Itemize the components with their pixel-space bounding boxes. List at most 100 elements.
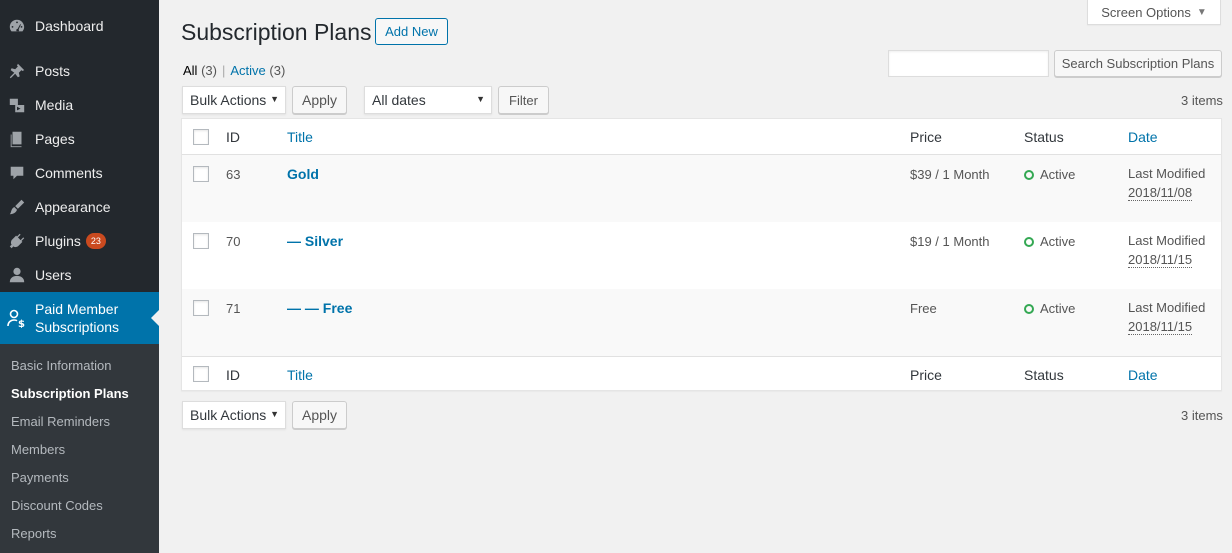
submenu-discount-codes[interactable]: Discount Codes — [11, 498, 103, 513]
menu-item-appearance[interactable]: Appearance — [0, 190, 159, 224]
view-active-link[interactable]: Active (3) — [230, 63, 285, 78]
row-date-value: 2018/11/08 — [1128, 185, 1193, 201]
view-all-count: (3) — [201, 63, 217, 78]
row-title-link[interactable]: — — Free — [287, 300, 352, 316]
plugin-update-badge: 23 — [85, 233, 106, 249]
row-date: Last Modified 2018/11/15 — [1128, 298, 1205, 336]
submenu: Basic Information Subscription Plans Ema… — [0, 344, 159, 553]
search-input[interactable] — [888, 50, 1049, 77]
bulk-actions-select-bottom[interactable]: Bulk Actions ▼ — [182, 401, 286, 429]
column-price: Price — [910, 367, 942, 383]
menu-label-line1: Paid Member — [35, 301, 119, 317]
row-price: $19 / 1 Month — [910, 234, 990, 249]
submenu-email-reminders[interactable]: Email Reminders — [11, 414, 110, 429]
status-active-icon — [1024, 170, 1034, 180]
menu-label-line2: Subscriptions — [35, 319, 120, 335]
menu-item-label: Comments — [35, 165, 103, 181]
menu-item-media[interactable]: Media — [0, 88, 159, 122]
caret-down-icon: ▼ — [270, 94, 279, 104]
items-count-bottom: 3 items — [1181, 408, 1223, 423]
row-checkbox[interactable] — [193, 233, 209, 249]
submenu-members[interactable]: Members — [11, 442, 65, 457]
apply-button-top[interactable]: Apply — [292, 86, 347, 114]
dates-filter-select[interactable]: All dates ▼ — [364, 86, 492, 114]
svg-text:$: $ — [18, 319, 25, 328]
column-id: ID — [226, 129, 240, 145]
subscription-plans-table: ID Title Price Status Date 63 Gold $39 /… — [181, 118, 1222, 391]
menu-item-comments[interactable]: Comments — [0, 156, 159, 190]
apply-button-bottom[interactable]: Apply — [292, 401, 347, 429]
row-status: Active — [1024, 301, 1075, 316]
row-date-label: Last Modified — [1128, 233, 1206, 248]
status-active-icon — [1024, 304, 1034, 314]
row-price: $39 / 1 Month — [910, 167, 990, 182]
menu-item-label: Posts — [35, 63, 71, 79]
menu-item-dashboard[interactable]: Dashboard — [0, 9, 159, 43]
submenu-reports[interactable]: Reports — [11, 526, 57, 541]
row-date-value: 2018/11/15 — [1128, 252, 1193, 268]
brush-icon — [7, 197, 27, 217]
submenu-payments[interactable]: Payments — [11, 470, 69, 485]
bulk-actions-value: Bulk Actions — [190, 92, 267, 108]
menu-item-pages[interactable]: Pages — [0, 122, 159, 156]
user-icon — [7, 265, 27, 285]
menu-item-label: Plugins — [35, 233, 81, 249]
row-status-label: Active — [1040, 167, 1076, 182]
member-dollar-icon: $ — [7, 308, 27, 330]
row-status-label: Active — [1040, 234, 1076, 249]
menu-item-plugins[interactable]: Plugins 23 — [0, 224, 159, 258]
menu-item-label: Dashboard — [35, 18, 104, 34]
menu-item-label: Appearance — [35, 199, 111, 215]
add-new-button[interactable]: Add New — [375, 18, 448, 45]
column-id: ID — [226, 367, 240, 383]
views-separator: | — [221, 63, 226, 78]
screen-options-label: Screen Options — [1101, 4, 1191, 20]
column-date-sort[interactable]: Date — [1128, 129, 1158, 145]
column-date-sort[interactable]: Date — [1128, 367, 1158, 383]
comment-icon — [7, 163, 27, 183]
menu-item-paid-member-subscriptions[interactable]: $ Paid Member Subscriptions — [0, 292, 159, 344]
bulk-actions-select-top[interactable]: Bulk Actions ▼ — [182, 86, 286, 114]
table-row: 70 — Silver $19 / 1 Month Active Last Mo… — [182, 222, 1221, 289]
admin-sidebar: Dashboard Posts Media Pages Comments App… — [0, 0, 159, 553]
menu-item-posts[interactable]: Posts — [0, 54, 159, 88]
dates-value: All dates — [372, 92, 426, 108]
column-title-sort[interactable]: Title — [287, 367, 313, 383]
row-id: 70 — [226, 234, 241, 249]
submenu-subscription-plans[interactable]: Subscription Plans — [11, 386, 129, 401]
page-title: Subscription Plans — [181, 19, 372, 45]
table-row: 71 — — Free Free Active Last Modified 201… — [182, 289, 1221, 356]
column-title-sort[interactable]: Title — [287, 129, 313, 145]
status-views: All (3) | Active (3) — [183, 63, 285, 78]
select-all-checkbox-bottom[interactable] — [193, 366, 209, 382]
menu-item-label: Paid Member Subscriptions — [35, 300, 119, 336]
row-date-value: 2018/11/15 — [1128, 319, 1193, 335]
bulk-actions-value: Bulk Actions — [190, 407, 267, 423]
plugin-icon — [7, 231, 27, 251]
screen-options-button[interactable]: Screen Options ▼ — [1087, 0, 1221, 25]
select-all-checkbox[interactable] — [193, 129, 209, 145]
row-checkbox[interactable] — [193, 300, 209, 316]
menu-item-label: Pages — [35, 131, 75, 147]
row-date-label: Last Modified — [1128, 300, 1206, 315]
view-active-count: (3) — [269, 63, 286, 78]
row-title-link[interactable]: — Silver — [287, 233, 343, 249]
table-row: 63 Gold $39 / 1 Month Active Last Modifi… — [182, 155, 1221, 222]
submenu-basic-information[interactable]: Basic Information — [11, 358, 111, 373]
view-all-link[interactable]: All (3) — [183, 63, 217, 78]
table-header-row: ID Title Price Status Date — [182, 119, 1221, 155]
view-active-label: Active — [230, 63, 266, 78]
row-id: 71 — [226, 301, 241, 316]
row-checkbox[interactable] — [193, 166, 209, 182]
menu-item-users[interactable]: Users — [0, 258, 159, 292]
row-status-label: Active — [1040, 301, 1076, 316]
column-status: Status — [1024, 129, 1064, 145]
filter-button[interactable]: Filter — [498, 86, 549, 114]
caret-down-icon: ▼ — [1196, 6, 1207, 18]
column-price: Price — [910, 129, 942, 145]
menu-item-label: Media — [35, 97, 74, 113]
search-subscription-plans-button[interactable]: Search Subscription Plans — [1054, 50, 1222, 77]
column-status: Status — [1024, 367, 1064, 383]
dashboard-icon — [7, 16, 27, 36]
row-title-link[interactable]: Gold — [287, 166, 319, 182]
